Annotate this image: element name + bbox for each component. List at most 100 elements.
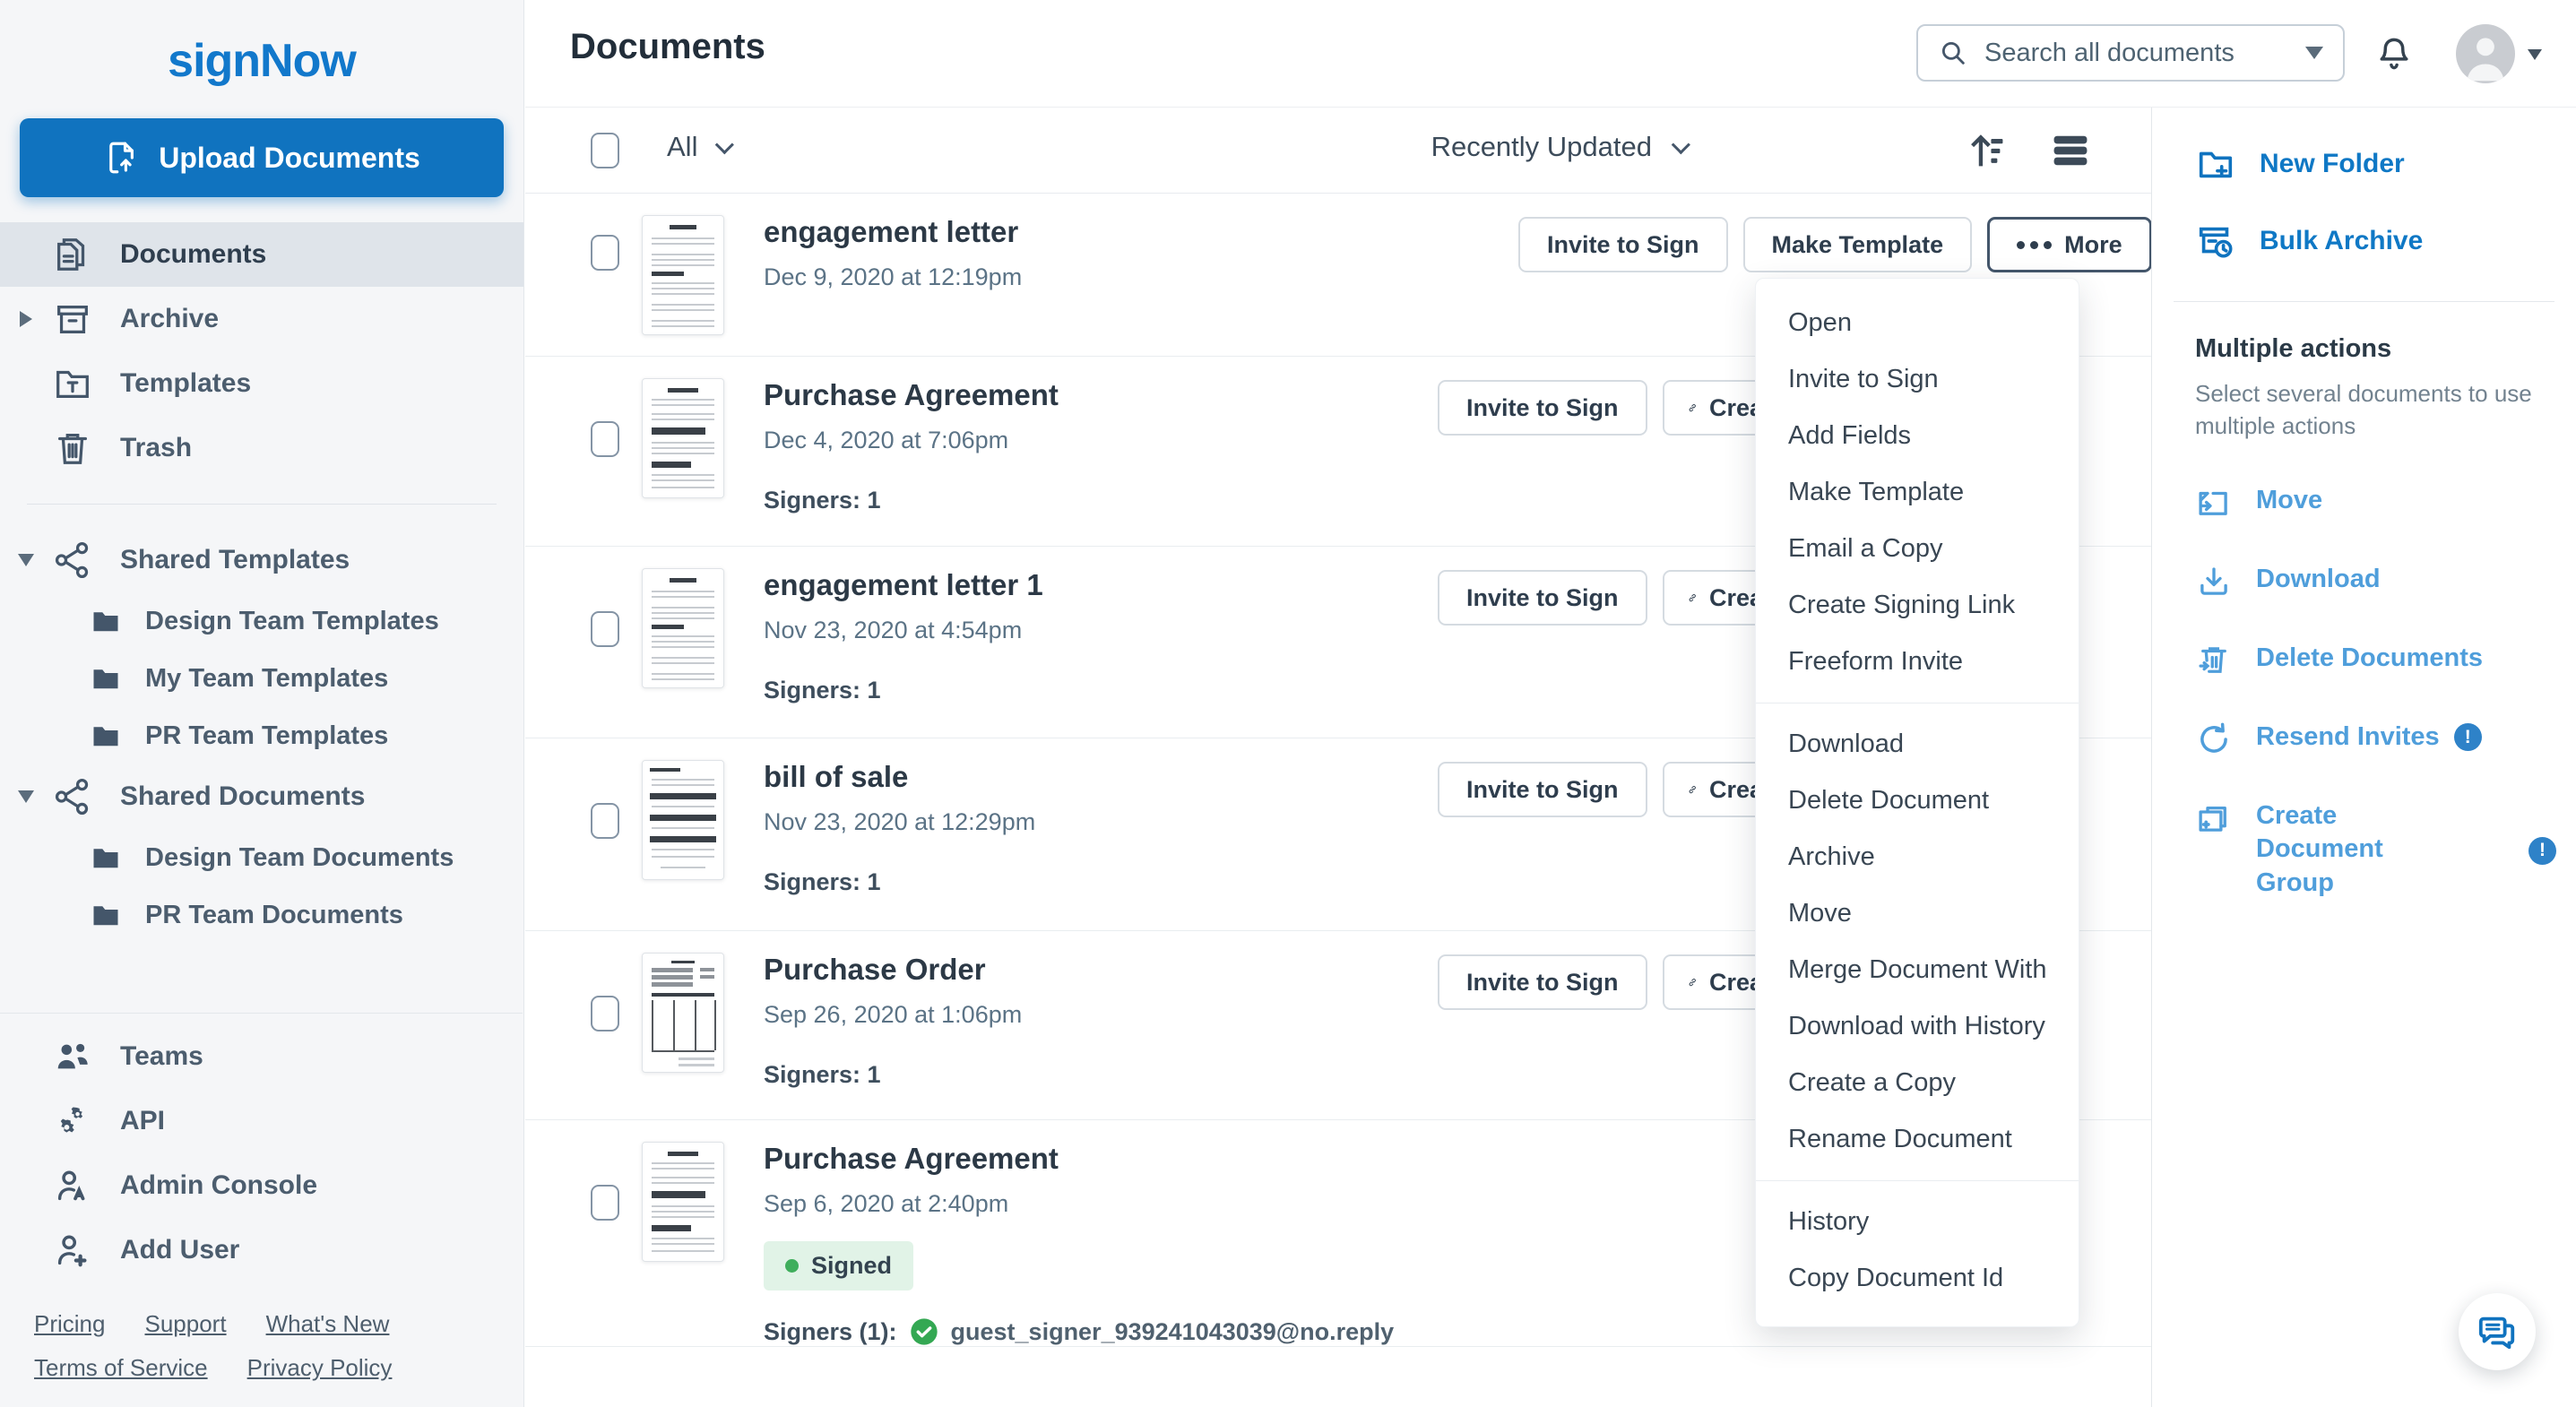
document-title[interactable]: Purchase Order [764, 953, 1022, 987]
bulk-archive-label: Bulk Archive [2260, 226, 2423, 256]
sidebar-item-my-team-templates[interactable]: My Team Templates [0, 650, 523, 707]
document-thumbnail[interactable] [642, 568, 724, 688]
document-title[interactable]: Purchase Agreement [764, 378, 1059, 412]
upload-documents-button[interactable]: Upload Documents [20, 118, 504, 197]
admin-person-icon [52, 1165, 93, 1206]
menu-item-rename-document[interactable]: Rename Document [1756, 1111, 2079, 1168]
search-scope-caret-icon[interactable] [2305, 47, 2323, 59]
search-input[interactable] [1984, 39, 2289, 68]
menu-item-add-fields[interactable]: Add Fields [1756, 408, 2079, 464]
sidebar-item-admin-console[interactable]: Admin Console [0, 1153, 523, 1218]
sidebar-item-design-team-documents[interactable]: Design Team Documents [0, 829, 523, 886]
row-checkbox[interactable] [591, 235, 619, 271]
row-checkbox[interactable] [591, 611, 619, 647]
document-thumbnail[interactable] [642, 1142, 724, 1262]
bulk-archive-button[interactable]: Bulk Archive [2152, 220, 2576, 262]
sidebar-item-templates[interactable]: Templates [0, 351, 523, 416]
new-folder-button[interactable]: New Folder [2152, 143, 2576, 185]
download-action[interactable]: Download [2152, 563, 2576, 600]
invite-to-sign-button[interactable]: Invite to Sign [1438, 570, 1647, 626]
sidebar-item-add-user[interactable]: Add User [0, 1218, 523, 1282]
chat-support-button[interactable] [2459, 1293, 2536, 1370]
upload-documents-label: Upload Documents [159, 142, 420, 175]
bulk-archive-icon [2195, 220, 2236, 262]
resend-invites-action[interactable]: Resend Invites [2152, 721, 2576, 758]
expand-arrow-icon[interactable] [20, 311, 32, 327]
move-action[interactable]: Move [2152, 484, 2576, 522]
search-bar[interactable] [1916, 24, 2345, 82]
menu-item-open[interactable]: Open [1756, 295, 2079, 351]
menu-item-copy-document-id[interactable]: Copy Document Id [1756, 1250, 2079, 1307]
sidebar-item-api[interactable]: API [0, 1089, 523, 1153]
sidebar-item-label: Teams [120, 1041, 203, 1072]
row-checkbox[interactable] [591, 996, 619, 1032]
sidebar-item-shared-templates[interactable]: Shared Templates [0, 528, 523, 592]
signers-count-label: Signers (1): [764, 1318, 897, 1346]
sidebar-item-pr-team-templates[interactable]: PR Team Templates [0, 707, 523, 764]
sidebar-item-design-team-templates[interactable]: Design Team Templates [0, 592, 523, 650]
invite-to-sign-button[interactable]: Invite to Sign [1438, 380, 1647, 436]
list-view-icon[interactable] [2047, 127, 2094, 174]
document-date: Dec 9, 2020 at 12:19pm [764, 263, 1022, 291]
invite-to-sign-button[interactable]: Invite to Sign [1438, 954, 1647, 1010]
signer-email[interactable]: guest_signer_939241043039@no.reply [951, 1318, 1395, 1346]
invite-to-sign-button[interactable]: Invite to Sign [1438, 762, 1647, 817]
document-thumbnail[interactable] [642, 760, 724, 880]
menu-item-history[interactable]: History [1756, 1194, 2079, 1250]
multiple-actions-hint: Select several documents to use multiple… [2195, 378, 2533, 443]
create-document-group-action[interactable]: Create Document Group [2152, 799, 2576, 901]
document-title[interactable]: bill of sale [764, 760, 1035, 794]
document-thumbnail[interactable] [642, 378, 724, 498]
menu-item-create-a-copy[interactable]: Create a Copy [1756, 1055, 2079, 1111]
document-thumbnail[interactable] [642, 953, 724, 1073]
status-label: Signed [811, 1252, 892, 1280]
menu-item-create-signing-link[interactable]: Create Signing Link [1756, 577, 2079, 634]
sidebar-item-pr-team-documents[interactable]: PR Team Documents [0, 886, 523, 944]
document-thumbnail[interactable] [642, 215, 724, 335]
row-checkbox[interactable] [591, 1185, 619, 1221]
sidebar-item-documents[interactable]: Documents [0, 222, 523, 287]
make-template-button[interactable]: Make Template [1743, 217, 1973, 272]
sidebar-item-shared-documents[interactable]: Shared Documents [0, 764, 523, 829]
sidebar-item-teams[interactable]: Teams [0, 1024, 523, 1089]
documents-main-area: All Recently Updated engagement letter D… [525, 108, 2151, 1407]
filter-dropdown[interactable]: All [667, 131, 729, 163]
sort-dropdown[interactable]: Recently Updated [1431, 131, 1685, 163]
row-checkbox[interactable] [591, 803, 619, 839]
sidebar-item-archive[interactable]: Archive [0, 287, 523, 351]
menu-item-move[interactable]: Move [1756, 885, 2079, 942]
document-title[interactable]: Purchase Agreement [764, 1142, 1394, 1176]
document-title[interactable]: engagement letter [764, 215, 1022, 249]
select-all-checkbox[interactable] [591, 133, 619, 168]
menu-item-archive[interactable]: Archive [1756, 829, 2079, 885]
menu-item-invite-to-sign[interactable]: Invite to Sign [1756, 351, 2079, 408]
user-avatar[interactable] [2456, 24, 2515, 83]
menu-item-make-template[interactable]: Make Template [1756, 464, 2079, 521]
chain-link-icon [1688, 776, 1697, 803]
menu-item-download[interactable]: Download [1756, 716, 2079, 773]
menu-item-delete-document[interactable]: Delete Document [1756, 773, 2079, 829]
menu-item-email-a-copy[interactable]: Email a Copy [1756, 521, 2079, 577]
menu-item-download-with-history[interactable]: Download with History [1756, 998, 2079, 1055]
row-checkbox[interactable] [591, 421, 619, 457]
delete-documents-action[interactable]: Delete Documents [2152, 642, 2576, 679]
notifications-bell-icon[interactable] [2374, 34, 2414, 73]
collapse-arrow-icon[interactable] [18, 790, 34, 803]
link-privacy-policy[interactable]: Privacy Policy [247, 1354, 393, 1382]
document-title[interactable]: engagement letter 1 [764, 568, 1043, 602]
more-button[interactable]: More [1987, 217, 2152, 272]
link-whats-new[interactable]: What's New [266, 1310, 390, 1338]
invite-to-sign-button[interactable]: Invite to Sign [1518, 217, 1728, 272]
chevron-down-icon [715, 135, 734, 154]
account-menu-caret-icon[interactable] [2528, 49, 2542, 60]
link-terms-of-service[interactable]: Terms of Service [34, 1354, 208, 1382]
menu-item-freeform-invite[interactable]: Freeform Invite [1756, 634, 2079, 690]
sidebar-item-label: Shared Documents [120, 781, 365, 812]
collapse-arrow-icon[interactable] [18, 554, 34, 566]
link-pricing[interactable]: Pricing [34, 1310, 105, 1338]
link-support[interactable]: Support [144, 1310, 226, 1338]
sidebar-item-trash[interactable]: Trash [0, 416, 523, 480]
menu-item-merge-document-with[interactable]: Merge Document With [1756, 942, 2079, 998]
sort-order-icon[interactable] [1963, 127, 2010, 174]
share-templates-icon [52, 539, 93, 581]
